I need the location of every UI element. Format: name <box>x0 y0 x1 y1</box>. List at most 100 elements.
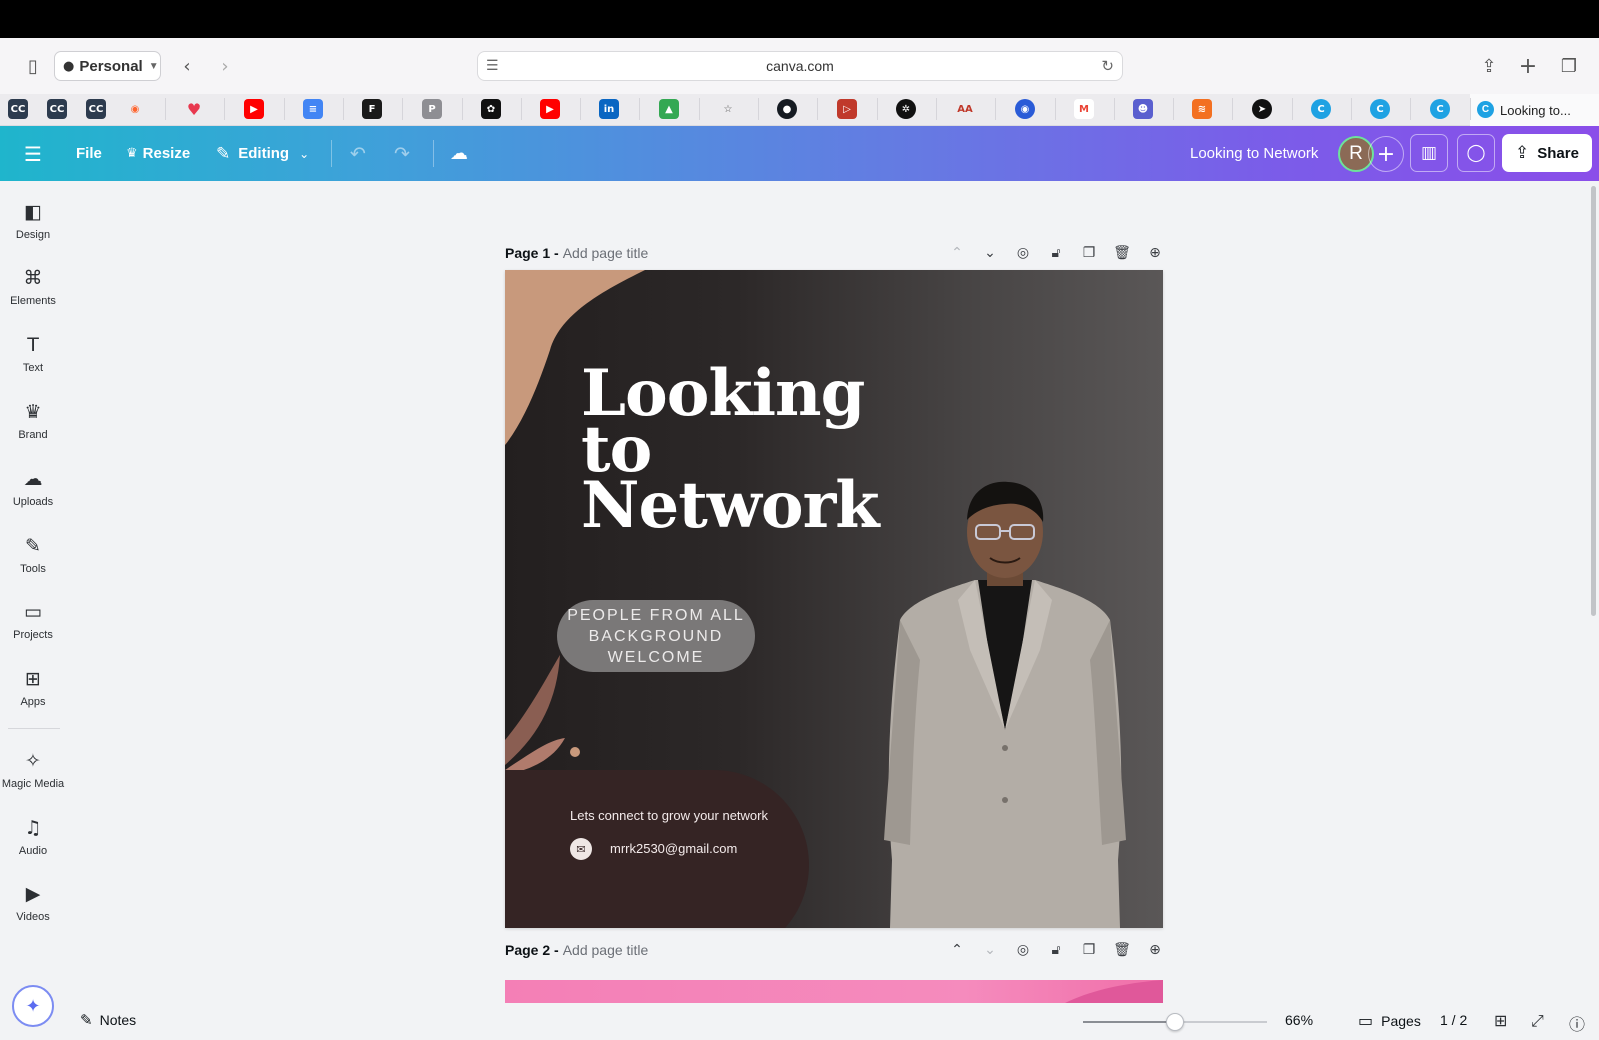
lock-icon[interactable]: 🔓︎ <box>1046 940 1066 960</box>
youtube-icon[interactable]: ▶ <box>244 99 264 119</box>
zoom-level[interactable]: 66% <box>1285 1012 1313 1028</box>
editing-mode-button[interactable]: ✎ Editing ⌄ <box>216 126 309 181</box>
bookmark-separator <box>1173 98 1174 120</box>
heart-icon[interactable]: ♥ <box>184 99 204 119</box>
page-2-decoration <box>1065 980 1163 1003</box>
p-icon[interactable]: P <box>422 99 442 119</box>
bookmark-2-icon[interactable]: CC <box>47 99 67 119</box>
trash-icon[interactable]: 🗑︎ <box>1112 243 1132 263</box>
videos-icon: ▶ <box>25 883 41 905</box>
linkedin-icon[interactable]: in <box>599 99 619 119</box>
sidebar-item-text[interactable]: T Text <box>0 324 66 386</box>
sidebar-item-magic-media[interactable]: ✧ Magic Media <box>0 740 66 802</box>
reload-icon[interactable]: ↻ <box>1101 57 1114 75</box>
bookmark-separator <box>995 98 996 120</box>
duplicate-icon[interactable]: ❐ <box>1079 940 1099 960</box>
gmail-icon[interactable]: M <box>1074 99 1094 119</box>
move-up-icon[interactable]: ⌃ <box>947 940 967 960</box>
sidebar-item-apps[interactable]: ⊞ Apps <box>0 658 66 720</box>
page-2-canvas[interactable] <box>505 980 1163 1003</box>
move-down-icon[interactable]: ⌄ <box>980 940 1000 960</box>
move-up-icon[interactable]: ⌃ <box>947 243 967 263</box>
bookmark-1-icon[interactable]: CC <box>8 99 28 119</box>
page-2-title-input[interactable]: Add page title <box>563 942 649 958</box>
page-1-title-input[interactable]: Add page title <box>563 245 649 261</box>
document-title[interactable]: Looking to Network <box>1190 126 1318 181</box>
address-bar[interactable]: ☰ canva.com ↻ <box>477 51 1123 81</box>
profile-switcher[interactable]: ● Personal ▼ <box>54 51 161 81</box>
telegram-icon[interactable]: ➤ <box>1252 99 1272 119</box>
stack-icon[interactable]: ≋ <box>1192 99 1212 119</box>
shield-icon[interactable]: ◉ <box>1015 99 1035 119</box>
add-page-icon[interactable]: ⊕ <box>1145 940 1165 960</box>
invite-button[interactable]: + <box>1368 136 1404 172</box>
canva-3-icon[interactable]: C <box>1430 99 1450 119</box>
trash-icon[interactable]: 🗑︎ <box>1112 940 1132 960</box>
bookmark-3-icon[interactable]: CC <box>86 99 106 119</box>
star-icon[interactable]: ☆ <box>718 99 738 119</box>
lock-icon[interactable]: 🔓︎ <box>1046 243 1066 263</box>
welcome-pill[interactable]: PEOPLE FROM ALL BACKGROUND WELCOME <box>557 600 755 672</box>
active-tab[interactable]: C Looking to... <box>1470 94 1599 126</box>
grid-view-icon[interactable]: ⊞ <box>1494 1011 1507 1030</box>
sidebar-item-label: Projects <box>13 629 53 641</box>
page-1-canvas[interactable]: Looking to Network PEOPLE FROM ALL BACKGRO… <box>505 270 1163 928</box>
sidebar-item-elements[interactable]: ⌘ Elements <box>0 257 66 319</box>
tab-overview-icon[interactable]: ❐ <box>1554 52 1584 80</box>
hide-page-icon[interactable]: ◎ <box>1013 940 1033 960</box>
openai-icon[interactable]: ✿ <box>481 99 501 119</box>
back-icon[interactable]: ‹ <box>172 52 202 80</box>
sidebar-item-videos[interactable]: ▶ Videos <box>0 873 66 935</box>
comments-button[interactable]: ◯ <box>1457 134 1495 172</box>
sidebar-item-brand[interactable]: ♛ Brand <box>0 391 66 453</box>
chatgpt-icon[interactable]: ✲ <box>896 99 916 119</box>
hide-page-icon[interactable]: ◎ <box>1013 243 1033 263</box>
notes-button[interactable]: ✎ Notes <box>80 1011 136 1029</box>
chevron-down-icon: ▼ <box>148 60 159 72</box>
fiverr-icon[interactable]: F <box>362 99 382 119</box>
robot-icon[interactable]: ☻ <box>1133 99 1153 119</box>
canvas-scrollbar[interactable] <box>1591 186 1596 616</box>
duplicate-icon[interactable]: ❐ <box>1079 243 1099 263</box>
sidebar-item-audio[interactable]: ♫ Audio <box>0 807 66 869</box>
sparkle-icon: ✦ <box>25 995 41 1017</box>
undo-icon[interactable]: ↶ <box>350 143 366 165</box>
contact-card[interactable]: Lets connect to grow your network ✉ mrrk… <box>505 770 809 928</box>
redo-icon[interactable]: ↷ <box>394 143 410 165</box>
pages-button[interactable]: ▭ Pages <box>1358 1011 1421 1030</box>
sidebar-item-tools[interactable]: ✎ Tools <box>0 525 66 587</box>
sidebar-item-uploads[interactable]: ☁ Uploads <box>0 458 66 520</box>
canva-2-icon[interactable]: C <box>1370 99 1390 119</box>
page-menu-icon[interactable]: ☰ <box>486 57 499 74</box>
fullscreen-icon[interactable]: ⤢ <box>1531 1011 1544 1031</box>
resize-button[interactable]: ♛ Resize <box>126 126 190 181</box>
tools-icon: ✎ <box>25 535 41 557</box>
magic-assistant-button[interactable]: ✦ <box>12 985 54 1027</box>
mail-icon: ✉ <box>570 838 592 860</box>
play-icon[interactable]: ▷ <box>837 99 857 119</box>
file-menu[interactable]: File <box>76 126 102 181</box>
person-photo[interactable] <box>870 480 1140 928</box>
insights-button[interactable]: ▥ <box>1410 134 1448 172</box>
sidebar-toggle-icon[interactable]: ▯ <box>18 52 48 80</box>
zoom-slider-handle[interactable] <box>1166 1013 1184 1031</box>
new-tab-icon[interactable]: + <box>1513 52 1543 80</box>
semrush-icon[interactable]: ◉ <box>125 99 145 119</box>
cloud-saved-icon[interactable]: ☁ <box>450 143 468 164</box>
move-down-icon[interactable]: ⌄ <box>980 243 1000 263</box>
drive-icon[interactable]: ▲ <box>659 99 679 119</box>
share-icon[interactable]: ⇪ <box>1474 52 1504 80</box>
share-button[interactable]: ⇪ Share <box>1502 134 1592 172</box>
canva-1-icon[interactable]: C <box>1311 99 1331 119</box>
github-icon[interactable]: ● <box>777 99 797 119</box>
forward-icon[interactable]: › <box>210 52 240 80</box>
help-icon[interactable]: ⓘ <box>1569 1011 1585 1035</box>
aa-icon[interactable]: AA <box>955 99 975 119</box>
design-title-text[interactable]: Looking to Network <box>581 362 880 538</box>
docs-icon[interactable]: ≡ <box>303 99 323 119</box>
sidebar-item-projects[interactable]: ▭ Projects <box>0 591 66 653</box>
menu-icon[interactable]: ☰ <box>24 142 42 166</box>
add-page-icon[interactable]: ⊕ <box>1145 243 1165 263</box>
sidebar-item-design[interactable]: ◧ Design <box>0 191 66 253</box>
youtube-2-icon[interactable]: ▶ <box>540 99 560 119</box>
